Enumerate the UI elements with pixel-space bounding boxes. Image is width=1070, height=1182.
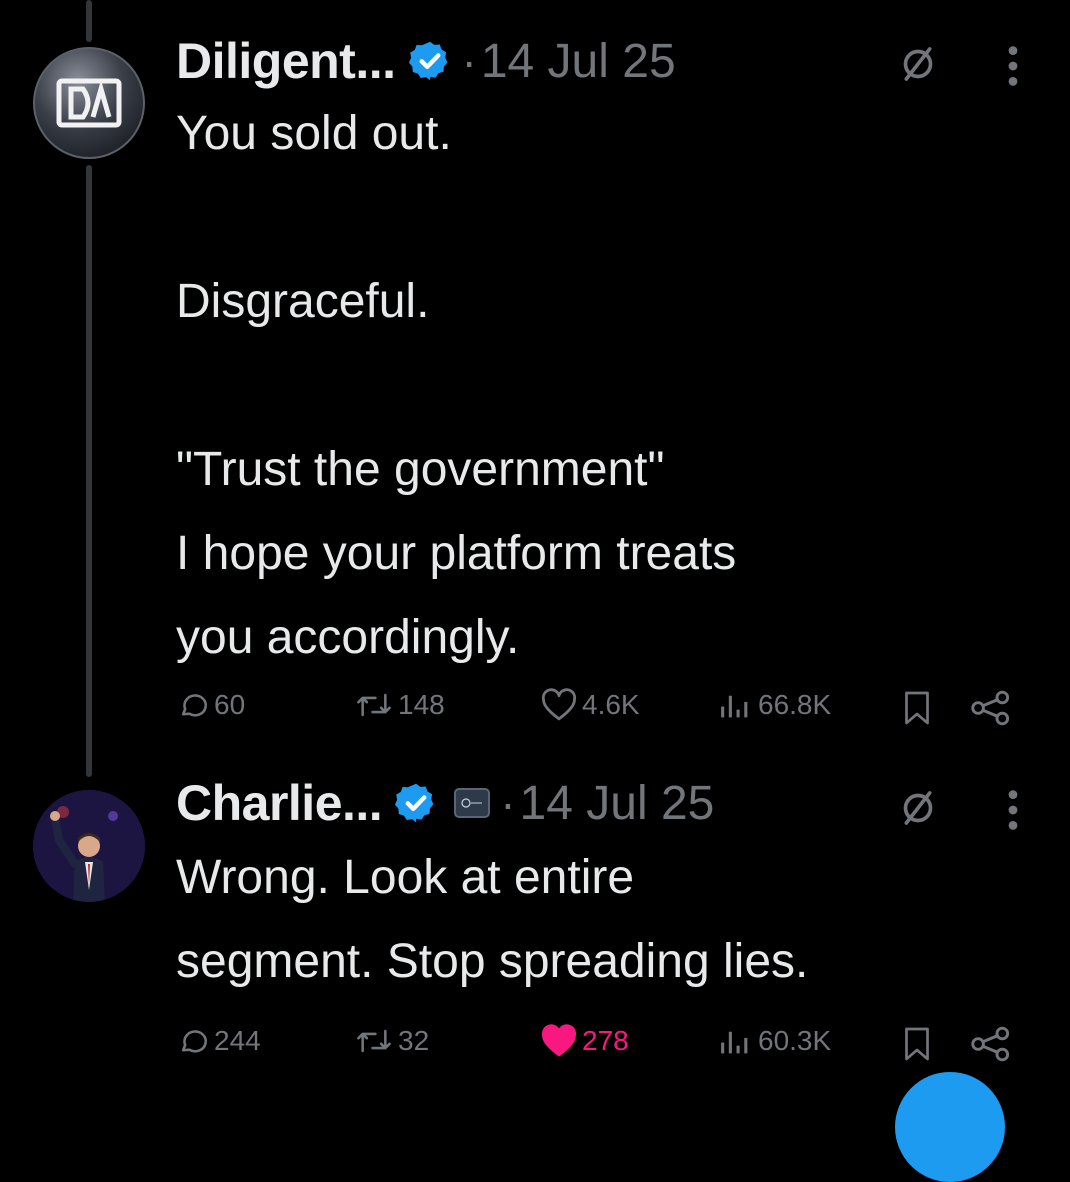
tweet-text-line: Wrong. Look at entire [176,851,635,904]
reply-icon [181,1030,207,1053]
bookmark-button[interactable] [900,1026,938,1062]
reply-button[interactable]: 244 [176,1024,261,1058]
like-button[interactable]: 278 [540,1024,629,1058]
like-icon [541,1024,577,1057]
bookmark-icon [905,691,929,725]
tweet-text-line: You sold out. [176,107,452,160]
reply-icon [181,694,207,717]
share-icon [971,690,1010,726]
tweet-text-line: I hope your platform treats [176,527,737,580]
like-count: 4.6K [582,689,640,720]
diligent-logo-icon [56,78,122,128]
reply-count: 244 [214,1025,261,1056]
tweet-header: Diligent... · 14 Jul 25 [176,32,676,90]
compose-fab-button[interactable] [895,1072,1005,1182]
more-icon[interactable] [1006,44,1020,88]
repost-button[interactable]: 148 [354,688,445,722]
share-button[interactable] [970,690,1016,726]
tweet-1[interactable]: Diligent... · 14 Jul 25 You sold out. Di… [0,0,1070,760]
author-name[interactable]: Charlie... [176,774,383,832]
like-count: 278 [582,1025,629,1056]
grok-icon[interactable] [898,788,938,828]
separator-dot: · [461,35,477,87]
author-name[interactable]: Diligent... [176,32,396,90]
reply-count: 60 [214,689,246,720]
bookmark-button[interactable] [900,690,938,726]
tweet-2[interactable]: Charlie... · 14 Jul 25 Wrong. Look at en… [0,760,1070,1094]
action-bar: 244 32 278 60.3K [0,1024,1070,1074]
tweet-header: Charlie... · 14 Jul 25 [176,774,714,832]
tweet-text-line [176,176,736,260]
repost-count: 148 [398,689,445,720]
tweet-date[interactable]: 14 Jul 25 [520,776,715,831]
avatar[interactable] [33,47,145,159]
tweet-date[interactable]: 14 Jul 25 [481,34,676,89]
share-icon [971,1026,1010,1062]
views-icon [721,1031,748,1054]
tweet-text-line: segment. Stop spreading lies. [176,935,809,988]
tweet-text: Wrong. Look at entire segment. Stop spre… [176,836,808,1004]
verified-badge-icon[interactable] [394,781,438,825]
verified-badge-icon[interactable] [408,39,452,83]
views-count: 66.8K [758,689,832,720]
more-icon[interactable] [1006,788,1020,832]
affiliation-badge-icon[interactable] [454,788,491,818]
avatar[interactable] [33,790,145,902]
tweet-text-line: you accordingly. [176,611,520,664]
repost-count: 32 [398,1025,430,1056]
repost-icon [357,1029,391,1053]
like-button[interactable]: 4.6K [540,688,640,722]
views-button[interactable]: 60.3K [716,1024,831,1058]
separator-dot: · [500,777,516,829]
grok-icon[interactable] [898,44,938,84]
tweet-text-line: Disgraceful. [176,275,430,328]
views-icon [721,695,748,718]
like-icon [541,688,577,721]
tweet-text-line: "Trust the government" [176,443,665,496]
tweet-text-line [176,344,736,428]
views-count: 60.3K [758,1025,832,1056]
person-photo-icon [33,790,145,902]
reply-button[interactable]: 60 [176,688,245,722]
views-button[interactable]: 66.8K [716,688,831,722]
tweet-text: You sold out. Disgraceful. "Trust the go… [176,92,736,680]
action-bar: 60 148 4.6K 66.8K [0,688,1070,738]
share-button[interactable] [970,1026,1016,1062]
repost-button[interactable]: 32 [354,1024,429,1058]
repost-icon [357,693,391,717]
bookmark-icon [905,1027,929,1061]
